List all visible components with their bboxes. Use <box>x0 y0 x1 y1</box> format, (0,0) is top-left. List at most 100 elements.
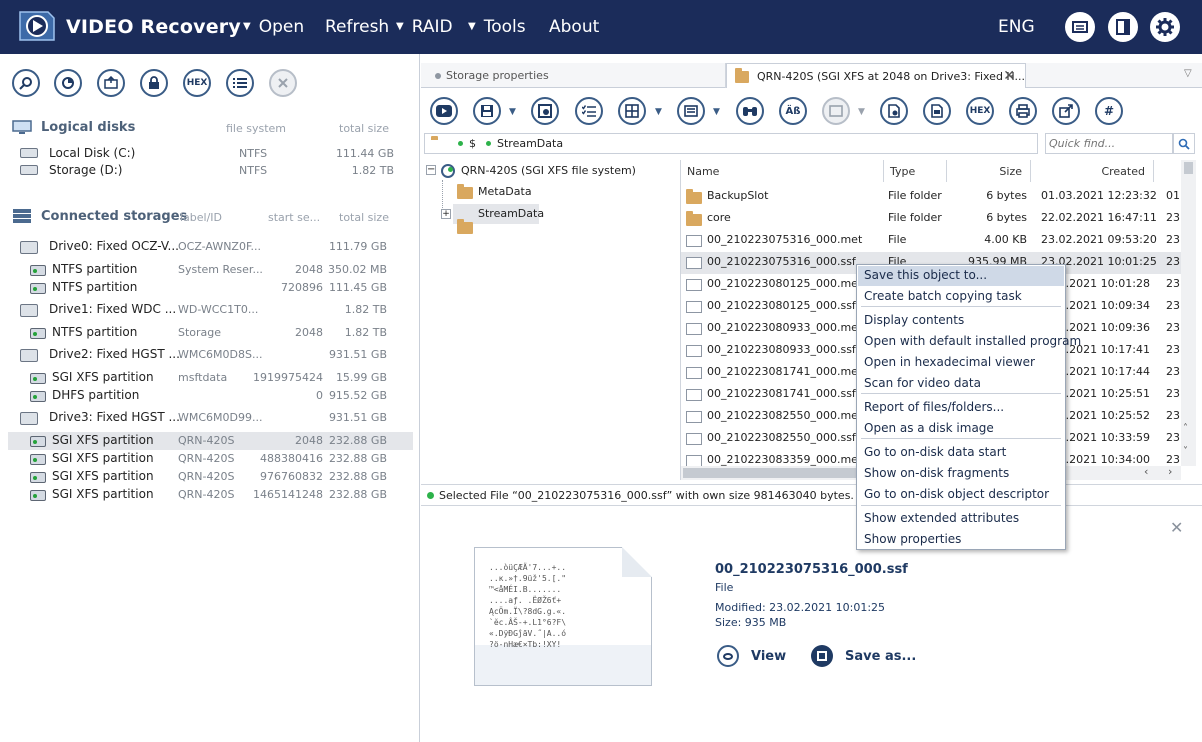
menu-item[interactable]: Go to on-disk data start <box>864 445 1006 459</box>
preview-toggle-button[interactable] <box>822 97 850 125</box>
menu-item[interactable]: Display contents <box>864 313 964 327</box>
col-size[interactable]: Size <box>960 165 1022 178</box>
scroll-right-icon[interactable]: › <box>1168 465 1172 478</box>
partition-row[interactable]: SGI XFS partition QRN-420S 488380416 232.88… <box>8 450 413 468</box>
tab-storage-properties[interactable]: Storage properties <box>421 63 726 88</box>
save-dropdown-icon[interactable]: ▼ <box>509 107 516 117</box>
path-folder[interactable]: StreamData <box>497 137 563 150</box>
menu-open[interactable]: ▼ Open <box>243 17 304 37</box>
path-bar[interactable]: $ StreamData <box>424 133 1038 154</box>
save-as-button[interactable]: Save as... <box>811 645 916 667</box>
logical-disk-row[interactable]: Storage (D:) NTFS 1.82 TB <box>8 163 413 179</box>
menu-about[interactable]: About <box>549 17 599 37</box>
close-preview-icon[interactable]: ✕ <box>1170 518 1183 537</box>
menu-item[interactable]: Open with default installed program <box>864 334 1081 348</box>
checklist-button[interactable] <box>575 97 603 125</box>
partition-row[interactable]: SGI XFS partition QRN-420S 2048 232.88 GB <box>8 432 413 450</box>
export-button[interactable] <box>1052 97 1080 125</box>
vertical-scrollbar[interactable]: ˄ ˅ <box>1181 160 1196 466</box>
settings-button[interactable] <box>1150 12 1180 42</box>
language-label: ENG <box>998 17 1035 37</box>
menu-item[interactable]: Show on-disk fragments <box>864 466 1009 480</box>
scan-button[interactable] <box>54 69 82 97</box>
file-settings-button[interactable] <box>880 97 908 125</box>
col-name[interactable]: Name <box>687 165 719 178</box>
file-properties-button[interactable] <box>923 97 951 125</box>
details-dropdown-icon[interactable]: ▼ <box>713 107 720 117</box>
print-button[interactable] <box>1009 97 1037 125</box>
view-mode-button[interactable] <box>618 97 646 125</box>
table-row[interactable]: BackupSlot File folder 6 bytes 01.03.2021 1… <box>681 186 1181 208</box>
language-selector[interactable]: ENG <box>998 17 1035 37</box>
preview-dropdown-icon[interactable]: ▼ <box>858 107 865 117</box>
menu-item[interactable]: Scan for video data <box>864 376 981 390</box>
find-button[interactable] <box>12 69 40 97</box>
col-created[interactable]: Created <box>1060 165 1145 178</box>
storage-label: OCZ-AWNZ0F... <box>178 240 262 253</box>
menu-item[interactable]: Save this object to... <box>864 268 987 282</box>
scroll-thumb[interactable] <box>1184 162 1193 174</box>
drive-row[interactable]: Drive1: Fixed WDC ... WD-WCC1T0... 1.82 TB <box>8 301 413 319</box>
log-button[interactable] <box>1065 12 1095 42</box>
scroll-down-icon[interactable]: ˅ <box>1183 446 1188 457</box>
view-mode-dropdown-icon[interactable]: ▼ <box>655 107 662 117</box>
logical-disk-row[interactable]: Local Disk (C:) NTFS 111.44 GB <box>8 146 413 162</box>
hex-button[interactable]: HEX <box>183 69 211 97</box>
tree-item-streamdata[interactable]: StreamData <box>478 207 544 220</box>
menu-item[interactable]: Show properties <box>864 532 961 546</box>
open-image-button[interactable] <box>97 69 125 97</box>
menu-item[interactable]: Show extended attributes <box>864 511 1019 525</box>
close-storage-button[interactable] <box>269 69 297 97</box>
quick-find-input[interactable] <box>1045 133 1173 154</box>
partition-row[interactable]: NTFS partition Storage 2048 1.82 TB <box>8 324 413 342</box>
drive-row[interactable]: Drive2: Fixed HGST ... WMC6M0D8S... 931.51… <box>8 346 413 364</box>
tabs-menu-icon[interactable]: ▽ <box>1184 68 1192 79</box>
drive-row[interactable]: Drive3: Fixed HGST ... WMC6M0D99... 931.51… <box>8 409 413 427</box>
scroll-thumb[interactable] <box>683 468 858 478</box>
col-divider <box>946 160 947 182</box>
search-button[interactable] <box>1173 133 1195 154</box>
col-type[interactable]: Type <box>890 165 915 178</box>
details-button[interactable] <box>677 97 705 125</box>
menu-item[interactable]: Create batch copying task <box>864 289 1022 303</box>
menu-tools[interactable]: ▼ Tools <box>468 17 526 37</box>
menu-item[interactable]: Report of files/folders... <box>864 400 1004 414</box>
close-tab-icon[interactable]: ✕ <box>1003 68 1015 84</box>
hex-view-button[interactable]: HEX <box>966 97 994 125</box>
menu-refresh[interactable]: Refresh <box>325 17 389 37</box>
path-root[interactable]: $ <box>469 137 476 150</box>
menu-item[interactable]: Go to on-disk object descriptor <box>864 487 1049 501</box>
tree-item-metadata[interactable]: MetaData <box>478 185 532 198</box>
hash-icon: # <box>1103 104 1115 118</box>
table-row[interactable]: core File folder 6 bytes 22.02.2021 16:47:1… <box>681 208 1181 230</box>
tab-qrn[interactable]: QRN-420S (SGI XFS at 2048 on Drive3: Fix… <box>726 63 1026 88</box>
save-button[interactable] <box>473 97 501 125</box>
hash-button[interactable]: # <box>1095 97 1123 125</box>
panel-toggle-button[interactable] <box>1108 12 1138 42</box>
menu-item[interactable]: Open in hexadecimal viewer <box>864 355 1035 369</box>
video-button[interactable] <box>430 97 458 125</box>
tree-collapse-icon[interactable]: − <box>426 165 436 175</box>
storage-name: Drive0: Fixed OCZ-V... <box>49 239 179 253</box>
partition-row[interactable]: SGI XFS partition QRN-420S 976760832 232.88… <box>8 468 413 486</box>
partition-row[interactable]: NTFS partition 720896 111.45 GB <box>8 279 413 297</box>
scroll-left-icon[interactable]: ‹ <box>1144 465 1148 478</box>
partition-row[interactable]: SGI XFS partition msftdata 1919975424 15.99… <box>8 369 413 387</box>
lock-button[interactable] <box>140 69 168 97</box>
drive-row[interactable]: Drive0: Fixed OCZ-V... OCZ-AWNZ0F... 111.7… <box>8 238 413 256</box>
view-button[interactable]: View <box>717 645 786 667</box>
table-row[interactable]: 00_210223075316_000.met File 4.00 KB 23.02.… <box>681 230 1181 252</box>
partition-row[interactable]: DHFS partition 0 915.52 GB <box>8 387 413 405</box>
menu-raid[interactable]: ▼ RAID <box>396 17 453 37</box>
list-button[interactable] <box>226 69 254 97</box>
tree-expand-icon[interactable]: + <box>441 209 451 219</box>
menu-item[interactable]: Open as a disk image <box>864 421 994 435</box>
save-settings-button[interactable] <box>531 97 559 125</box>
case-sensitive-button[interactable]: Äß <box>779 97 807 125</box>
find-files-button[interactable] <box>736 97 764 125</box>
partition-row[interactable]: NTFS partition System Reser... 2048 350.02 … <box>8 261 413 279</box>
scroll-up-icon[interactable]: ˄ <box>1183 423 1188 434</box>
dropdown-arrow-icon: ▼ <box>396 21 404 32</box>
partition-row[interactable]: SGI XFS partition QRN-420S 1465141248 232.8… <box>8 486 413 504</box>
tree-root[interactable]: QRN-420S (SGI XFS file system) <box>461 164 636 177</box>
